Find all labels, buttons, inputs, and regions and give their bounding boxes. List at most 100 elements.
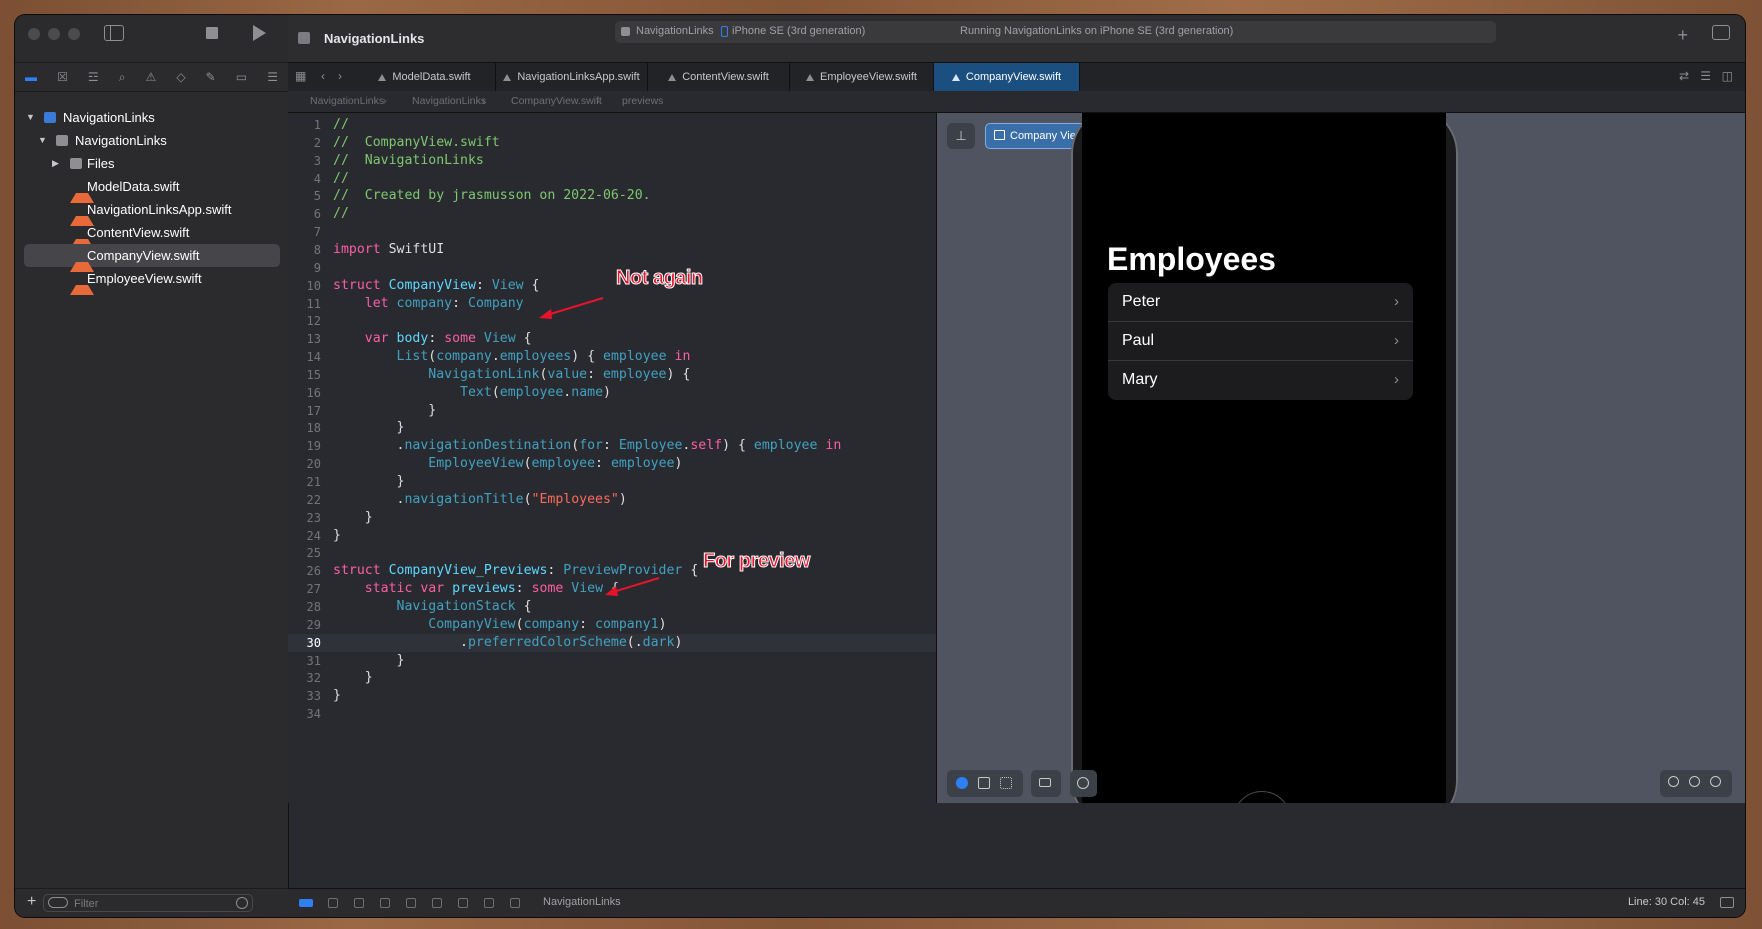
tree-item-group[interactable]: ▼ NavigationLinks <box>24 129 280 152</box>
device-selector[interactable]: iPhone SE (3rd generation) <box>732 25 865 37</box>
tree-item-files[interactable]: ▶ Files <box>24 152 280 175</box>
search-icon[interactable]: ⌕ <box>119 70 126 85</box>
code-line[interactable]: 19 .navigationDestination(for: Employee.… <box>288 437 936 455</box>
bottom-panel-toggle-icon[interactable] <box>1720 897 1734 908</box>
report-icon[interactable]: ☰ <box>267 70 278 84</box>
environment-icon[interactable] <box>484 898 494 908</box>
location-icon[interactable] <box>510 898 520 908</box>
code-line[interactable]: 23 } <box>288 509 936 527</box>
tree-item-navigationlinksapp[interactable]: NavigationLinksApp.swift <box>24 198 280 226</box>
tree-item-contentview[interactable]: ContentView.swift <box>24 221 280 249</box>
code-line[interactable]: 31 } <box>288 652 936 670</box>
code-line[interactable]: 8 import SwiftUI <box>288 241 936 259</box>
view-hierarchy-icon[interactable] <box>432 898 442 908</box>
zoom-in-icon[interactable] <box>1710 776 1721 787</box>
zoom-window-button[interactable] <box>68 28 80 40</box>
code-line[interactable]: 16 Text(employee.name) <box>288 384 936 402</box>
scheme-selector[interactable]: NavigationLinks <box>636 25 714 37</box>
debug-area-toggle-icon[interactable] <box>299 899 313 907</box>
sidebar-toggle-icon[interactable] <box>104 25 124 41</box>
breadcrumb-project[interactable]: NavigationLinks <box>310 95 384 107</box>
step-in-icon[interactable] <box>380 898 390 908</box>
test-icon[interactable]: ◇ <box>176 70 185 84</box>
tab-companyview[interactable]: CompanyView.swift <box>934 63 1080 91</box>
recent-files-icon[interactable] <box>236 897 248 909</box>
tab-navigationlinksapp[interactable]: NavigationLinksApp.swift <box>496 63 648 91</box>
code-line[interactable]: 29 CompanyView(company: company1) <box>288 616 936 634</box>
device-settings-icon[interactable] <box>1031 770 1061 797</box>
zoom-out-icon[interactable] <box>1668 776 1679 787</box>
pause-icon[interactable] <box>328 898 338 908</box>
related-items-icon[interactable]: ⇄ <box>1679 69 1689 83</box>
preview-selector-chip[interactable]: Company View <box>985 123 1085 149</box>
code-line[interactable]: 22 .navigationTitle("Employees") <box>288 491 936 509</box>
list-item[interactable]: Peter › <box>1108 283 1413 322</box>
code-line[interactable]: 18 } <box>288 419 936 437</box>
memory-graph-icon[interactable] <box>458 898 468 908</box>
code-line[interactable]: 17 } <box>288 402 936 420</box>
breakpoint-icon[interactable]: ▭ <box>236 70 247 84</box>
code-line[interactable]: 3 // NavigationLinks <box>288 152 936 170</box>
folder-icon[interactable]: ▬ <box>25 70 37 84</box>
code-line[interactable]: 6 // <box>288 205 936 223</box>
filter-field[interactable] <box>43 894 253 912</box>
live-mode-icon[interactable] <box>956 777 968 789</box>
tree-item-companyview[interactable]: CompanyView.swift <box>24 244 280 272</box>
forward-icon[interactable]: › <box>338 69 342 83</box>
code-line[interactable]: 7 <box>288 223 936 241</box>
breadcrumb-symbol[interactable]: previews <box>622 95 663 107</box>
code-line[interactable]: 10 struct CompanyView: View { <box>288 277 936 295</box>
zoom-fit-icon[interactable] <box>1689 776 1700 787</box>
inspector-toggle-icon[interactable] <box>1712 25 1730 40</box>
tree-item-modeldata[interactable]: ModelData.swift <box>24 175 280 203</box>
code-line[interactable]: 25 <box>288 544 936 562</box>
list-item[interactable]: Paul › <box>1108 322 1413 361</box>
grid-icon[interactable]: ▦ <box>295 69 306 83</box>
selectable-mode-icon[interactable] <box>978 777 990 789</box>
close-window-button[interactable] <box>28 28 40 40</box>
code-line[interactable]: 11 let company: Company <box>288 295 936 313</box>
tab-contentview[interactable]: ContentView.swift <box>648 63 790 91</box>
library-add-button[interactable]: + <box>1677 25 1688 46</box>
code-line[interactable]: 34 <box>288 705 936 723</box>
back-icon[interactable]: ‹ <box>321 69 325 83</box>
debug-icon[interactable]: ✎ <box>206 70 216 84</box>
list-item[interactable]: Mary › <box>1108 361 1413 400</box>
split-editor-icon[interactable]: ◫ <box>1722 69 1733 83</box>
code-line[interactable]: 5 // Created by jrasmusson on 2022-06-20. <box>288 187 936 205</box>
minimize-window-button[interactable] <box>48 28 60 40</box>
code-line[interactable]: 2 // CompanyView.swift <box>288 134 936 152</box>
step-over-icon[interactable] <box>354 898 364 908</box>
tree-item-employeeview[interactable]: EmployeeView.swift <box>24 267 280 295</box>
variants-icon[interactable] <box>1000 777 1012 789</box>
disclosure-right-icon[interactable]: ▶ <box>52 152 59 175</box>
code-line[interactable]: 30 .preferredColorScheme(.dark) <box>288 633 936 652</box>
code-line[interactable]: 13 var body: some View { <box>288 330 936 348</box>
breadcrumb-file[interactable]: CompanyView.swift <box>511 95 602 107</box>
filter-input[interactable] <box>72 896 216 912</box>
code-line[interactable]: 9 <box>288 259 936 277</box>
disclosure-down-icon[interactable]: ▼ <box>26 106 35 129</box>
tab-modeldata[interactable]: ModelData.swift <box>354 63 496 91</box>
symbol-icon[interactable]: ☲ <box>88 70 99 84</box>
code-line[interactable]: 33} <box>288 687 936 705</box>
source-control-icon[interactable]: ☒ <box>57 70 68 84</box>
stop-icon[interactable] <box>206 27 218 39</box>
code-line[interactable]: 15 NavigationLink(value: employee) { <box>288 366 936 384</box>
pin-icon[interactable]: ⊥ <box>947 123 975 149</box>
source-editor[interactable]: 1 // 2 // CompanyView.swift 3 // NavigationLi… <box>288 113 936 803</box>
code-line[interactable]: 1 // <box>288 116 936 134</box>
disclosure-down-icon[interactable]: ▼ <box>38 129 47 152</box>
code-line[interactable]: 14 List(company.employees) { employee in <box>288 348 936 366</box>
code-line[interactable]: 21 } <box>288 473 936 491</box>
code-line[interactable]: 32 } <box>288 669 936 687</box>
step-out-icon[interactable] <box>406 898 416 908</box>
code-line[interactable]: 20 EmployeeView(employee: employee) <box>288 455 936 473</box>
tree-item-project[interactable]: ▼ NavigationLinks <box>24 106 280 129</box>
run-icon[interactable] <box>253 25 266 41</box>
breadcrumb-group[interactable]: NavigationLinks <box>412 95 486 107</box>
warning-icon[interactable]: ⚠ <box>146 70 157 84</box>
info-icon[interactable] <box>1070 770 1097 797</box>
code-line[interactable]: 4 // <box>288 170 936 188</box>
tab-employeeview[interactable]: EmployeeView.swift <box>790 63 934 91</box>
